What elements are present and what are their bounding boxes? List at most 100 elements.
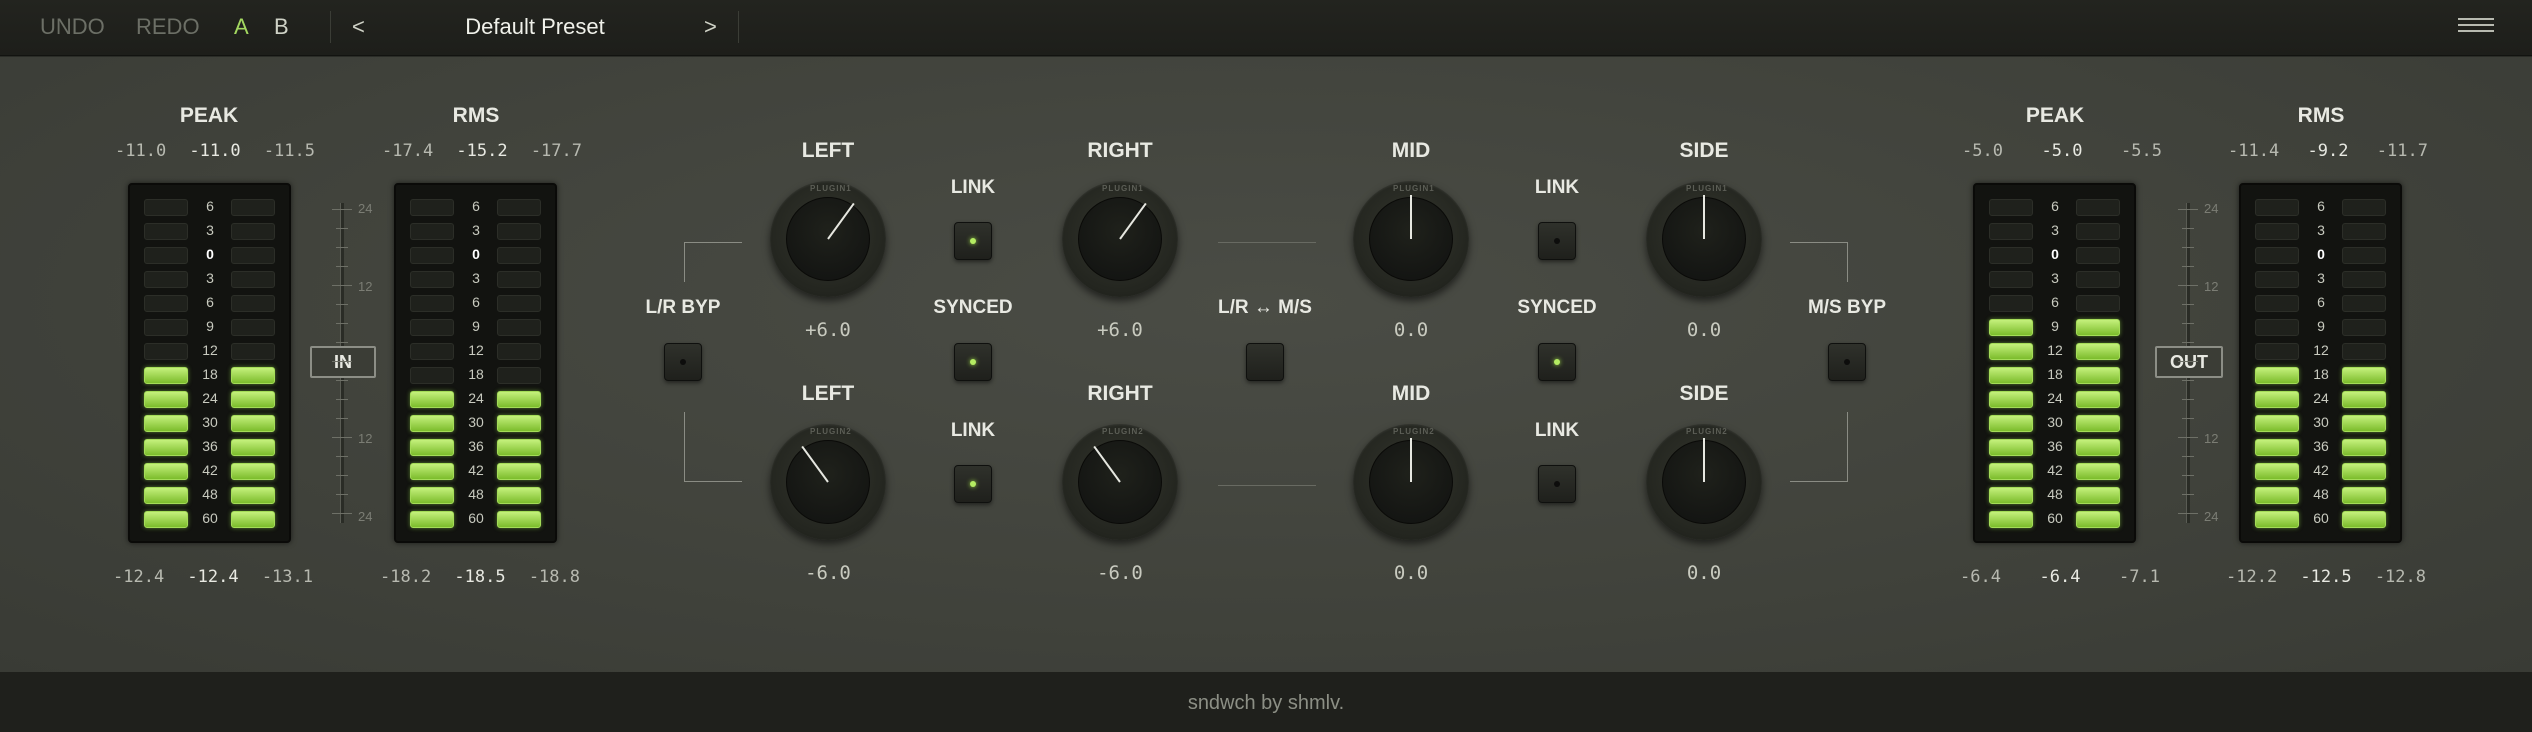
output-peak-segment-left bbox=[1989, 319, 2033, 336]
output-peak-segment-left bbox=[1989, 367, 2033, 384]
input-gain-scale-tick bbox=[332, 209, 352, 210]
input-rms-segment-right bbox=[497, 319, 541, 336]
output-gain-button[interactable]: OUT bbox=[2155, 346, 2223, 378]
input-rms-scale-label: 12 bbox=[468, 342, 484, 358]
bottom-right-knob-value: -6.0 bbox=[1097, 562, 1143, 584]
input-rms-segment-right bbox=[497, 223, 541, 240]
output-peak-scale-label: 6 bbox=[2051, 198, 2059, 214]
input-rms-scale-label: 3 bbox=[472, 222, 480, 238]
input-peak-scale-label: 3 bbox=[206, 222, 214, 238]
input-rms-scale-label: 48 bbox=[468, 486, 484, 502]
input-gain-scale-tick bbox=[332, 437, 352, 438]
output-rms-scale-label: 48 bbox=[2313, 486, 2329, 502]
knob-pointer bbox=[1703, 195, 1705, 239]
lr-ms-connector-bottom bbox=[1218, 485, 1316, 486]
output-rms-scale-label: 0 bbox=[2317, 246, 2325, 262]
ms-bottom-link-led bbox=[1554, 481, 1560, 487]
output-peak-segment-left bbox=[1989, 415, 2033, 432]
previous-preset-button[interactable]: < bbox=[352, 14, 365, 40]
ms-synced-button[interactable] bbox=[1538, 343, 1576, 381]
input-gain-scale-tick bbox=[332, 361, 352, 362]
output-peak-scale-label: 3 bbox=[2051, 222, 2059, 238]
output-rms-segment-right bbox=[2342, 199, 2386, 216]
lr-bypass-button[interactable] bbox=[664, 343, 702, 381]
lr-synced-button[interactable] bbox=[954, 343, 992, 381]
input-peak-title: PEAK bbox=[179, 104, 239, 127]
lr-top-link-button[interactable] bbox=[954, 222, 992, 260]
bottom-right-gain-knob[interactable]: PLUGIN2 bbox=[1062, 424, 1178, 540]
output-rms-segment-left bbox=[2255, 199, 2299, 216]
bottom-left-gain-knob[interactable]: PLUGIN2 bbox=[770, 424, 886, 540]
bottom-mid-gain-knob[interactable]: PLUGIN2 bbox=[1353, 424, 1469, 540]
input-peak-scale-label: 36 bbox=[202, 438, 218, 454]
knob-ring-text: PLUGIN1 bbox=[1102, 184, 1144, 193]
input-peak-segment-right bbox=[231, 487, 275, 504]
input-gain-scale-label: 12 bbox=[358, 279, 373, 294]
bottom-side-gain-knob[interactable]: PLUGIN2 bbox=[1646, 424, 1762, 540]
top-right-gain-knob[interactable]: PLUGIN1 bbox=[1062, 181, 1178, 297]
top-left-gain-knob[interactable]: PLUGIN1 bbox=[770, 181, 886, 297]
top-right-knob-title: RIGHT bbox=[1087, 139, 1153, 162]
top-toolbar: UNDO REDO A B < Default Preset > bbox=[0, 0, 2532, 56]
output-peak-scale-label: 18 bbox=[2047, 366, 2063, 382]
footer: sndwch by shmlv. bbox=[0, 672, 2532, 732]
input-peak-segment-left bbox=[144, 343, 188, 360]
ms-bottom-link-label: LINK bbox=[1534, 420, 1580, 441]
preset-slot-b-button[interactable]: B bbox=[274, 14, 289, 40]
ms-top-link-button[interactable] bbox=[1538, 222, 1576, 260]
input-peak-segment-left bbox=[144, 271, 188, 288]
input-rms-scale-label: 42 bbox=[468, 462, 484, 478]
output-rms-segment-right bbox=[2342, 271, 2386, 288]
output-rms-top-readout: -11.4 -9.2 -11.7 bbox=[2228, 141, 2428, 161]
input-rms-segment-left bbox=[410, 199, 454, 216]
bottom-left-knob-value: -6.0 bbox=[805, 562, 851, 584]
input-peak-segment-left bbox=[144, 367, 188, 384]
input-rms-top-readout: -17.4 -15.2 -17.7 bbox=[382, 141, 582, 161]
input-rms-segment-right bbox=[497, 439, 541, 456]
toolbar-divider bbox=[738, 11, 739, 43]
output-rms-segment-right bbox=[2342, 415, 2386, 432]
top-mid-gain-knob[interactable]: PLUGIN1 bbox=[1353, 181, 1469, 297]
input-gain-scale-tick bbox=[336, 456, 348, 457]
output-rms-scale-label: 9 bbox=[2317, 318, 2325, 334]
output-peak-segment-left bbox=[1989, 343, 2033, 360]
preset-name[interactable]: Default Preset bbox=[395, 14, 675, 40]
input-peak-scale-label: 60 bbox=[202, 510, 218, 526]
output-rms-segment-left bbox=[2255, 271, 2299, 288]
output-gain-scale-tick bbox=[2182, 456, 2194, 457]
input-gain-scale-tick bbox=[336, 342, 348, 343]
output-peak-scale-label: 36 bbox=[2047, 438, 2063, 454]
output-rms-bottom-readout: -12.2 -12.5 -12.8 bbox=[2226, 567, 2426, 587]
lr-ms-connector-top bbox=[1218, 242, 1316, 243]
output-rms-segment-right bbox=[2342, 439, 2386, 456]
redo-button[interactable]: REDO bbox=[136, 14, 200, 40]
input-gain-scale-tick bbox=[336, 380, 348, 381]
top-side-gain-knob[interactable]: PLUGIN1 bbox=[1646, 181, 1762, 297]
ms-top-link-led bbox=[1554, 238, 1560, 244]
ms-bottom-link-button[interactable] bbox=[1538, 465, 1576, 503]
next-preset-button[interactable]: > bbox=[704, 14, 717, 40]
input-peak-segment-left bbox=[144, 487, 188, 504]
output-gain-scale-tick bbox=[2178, 209, 2198, 210]
input-gain-scale-tick bbox=[336, 266, 348, 267]
input-gain-scale-tick bbox=[336, 475, 348, 476]
output-rms-segment-left bbox=[2255, 463, 2299, 480]
preset-slot-a-button[interactable]: A bbox=[234, 14, 249, 40]
bottom-left-knob-title: LEFT bbox=[801, 382, 855, 405]
output-rms-scale-label: 36 bbox=[2313, 438, 2329, 454]
knob-pointer bbox=[1703, 438, 1705, 482]
output-peak-top-readout: -5.0 -5.0 -5.5 bbox=[1962, 141, 2162, 161]
input-peak-scale-label: 18 bbox=[202, 366, 218, 382]
output-rms-scale-label: 24 bbox=[2313, 390, 2329, 406]
hamburger-menu-icon[interactable] bbox=[2458, 18, 2494, 38]
undo-button[interactable]: UNDO bbox=[40, 14, 105, 40]
ms-bypass-button[interactable] bbox=[1828, 343, 1866, 381]
output-peak-segment-right bbox=[2076, 319, 2120, 336]
input-gain-button[interactable]: IN bbox=[310, 346, 376, 378]
input-rms-scale-label: 60 bbox=[468, 510, 484, 526]
output-rms-meter: 6 3 0 3 6 9 12 18 24 30 36 42 48 60 bbox=[2239, 183, 2402, 543]
lr-ms-swap-button[interactable] bbox=[1246, 343, 1284, 381]
lr-bottom-link-button[interactable] bbox=[954, 465, 992, 503]
input-gain-scale-tick bbox=[336, 399, 348, 400]
output-gain-scale-tick bbox=[2182, 304, 2194, 305]
